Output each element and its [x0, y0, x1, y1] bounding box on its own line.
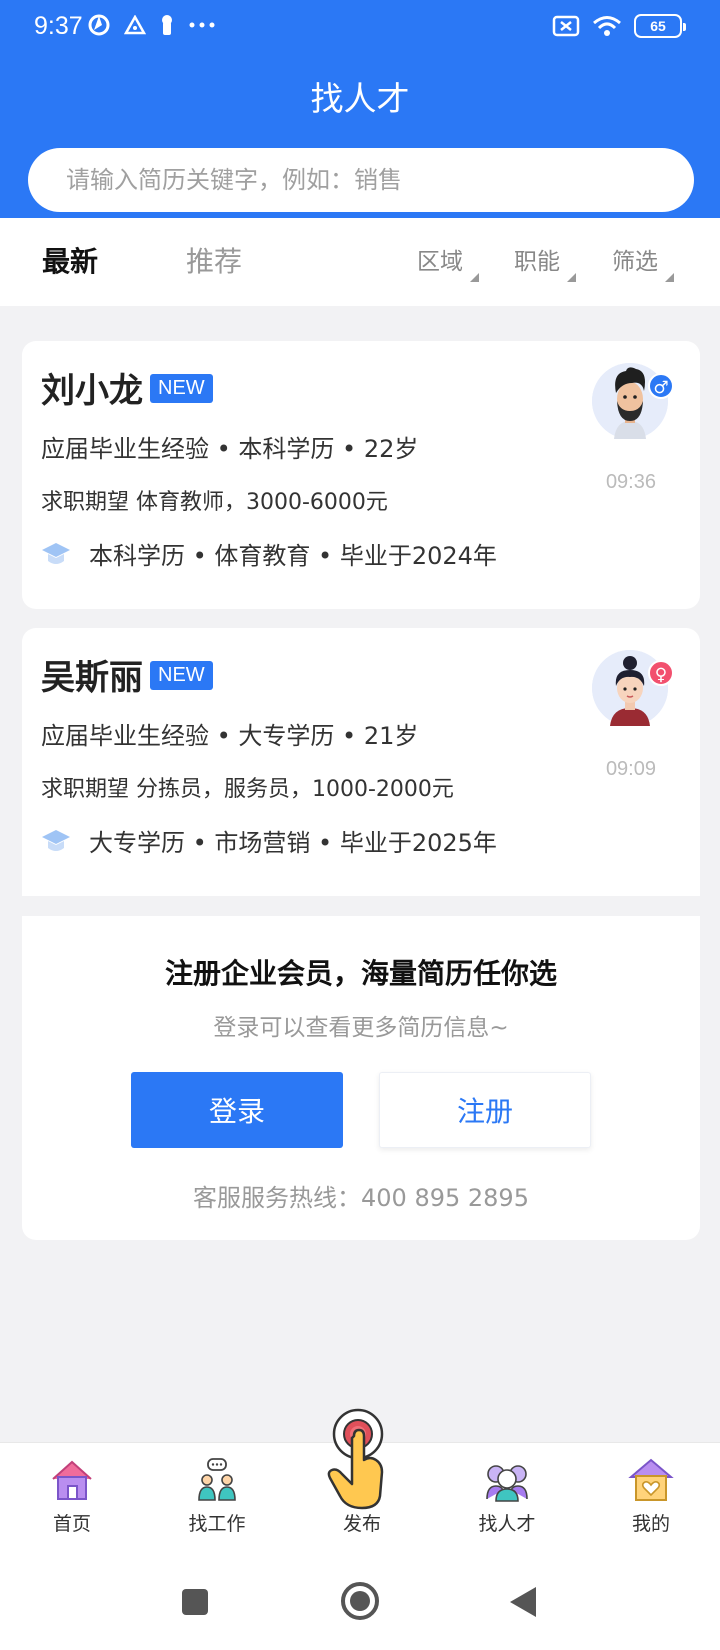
- cta-subtitle: 登录可以查看更多简历信息~: [213, 1015, 509, 1041]
- home-icon: [52, 1460, 92, 1500]
- filter-screen[interactable]: 筛选: [612, 242, 674, 282]
- nav-find-talent[interactable]: 找人才: [452, 1457, 562, 1536]
- status-time: 9:37: [34, 12, 83, 40]
- search-input[interactable]: [66, 148, 666, 212]
- new-badge: NEW: [150, 374, 213, 403]
- wifi-icon: [593, 16, 621, 36]
- tab-latest[interactable]: 最新: [42, 240, 98, 280]
- lock-keyhole-icon: [162, 15, 172, 35]
- sim-disabled-icon: [552, 15, 580, 37]
- new-badge: NEW: [150, 661, 213, 690]
- dropdown-triangle-icon: [665, 273, 674, 282]
- avatar: ♂: [592, 363, 674, 439]
- page-title: 找人才: [310, 79, 410, 118]
- tap-finger-icon: [327, 1408, 384, 1510]
- candidate-name: 吴斯丽: [41, 658, 143, 698]
- nav-find-talent-label: 找人才: [478, 1513, 536, 1535]
- candidate-name: 刘小龙: [41, 371, 143, 411]
- graduation-cap-icon: [42, 542, 70, 564]
- header: 9:37 65 找人才: [0, 0, 720, 218]
- candidate-education-text: 大专学历 • 市场营销 • 毕业于2025年: [89, 829, 497, 857]
- service-hotline: 客服服务热线：400 895 2895: [193, 1184, 529, 1212]
- dropdown-triangle-icon: [470, 273, 479, 282]
- aperture-icon: [88, 14, 110, 36]
- recent-apps-button[interactable]: [181, 1588, 209, 1616]
- avatar: ♀: [592, 650, 674, 726]
- filter-screen-label: 筛选: [612, 249, 658, 275]
- nav-mine[interactable]: 我的: [596, 1457, 706, 1536]
- warning-triangle-icon: [124, 15, 146, 35]
- tab-bar: 最新 推荐 区域 职能 筛选: [0, 218, 720, 306]
- candidate-education: 大专学历 • 市场营销 • 毕业于2025年: [41, 823, 497, 858]
- candidate-time: 09:36: [605, 471, 656, 493]
- filter-region[interactable]: 区域: [417, 242, 479, 282]
- graduation-cap-icon: [42, 829, 70, 851]
- login-button[interactable]: 登录: [131, 1072, 343, 1148]
- status-bar: 9:37 65: [0, 0, 720, 56]
- cta-title: 注册企业会员，海量简历任你选: [164, 957, 557, 990]
- candidate-time: 09:09: [605, 758, 656, 780]
- candidate-card[interactable]: 吴斯丽 NEW 应届毕业生经验 • 大专学历 • 21岁 求职期望 分拣员，服务…: [22, 628, 700, 896]
- search-box[interactable]: [28, 148, 694, 212]
- battery-icon: 65: [634, 14, 686, 38]
- dropdown-triangle-icon: [567, 273, 576, 282]
- nav-find-job[interactable]: 找工作: [162, 1457, 272, 1536]
- back-system-button[interactable]: [508, 1586, 538, 1618]
- filter-function[interactable]: 职能: [514, 242, 576, 282]
- candidate-card[interactable]: 刘小龙 NEW 应届毕业生经验 • 本科学历 • 22岁 求职期望 体育教师，3…: [22, 341, 700, 609]
- female-gender-icon: ♀: [648, 660, 674, 686]
- tab-recommend[interactable]: 推荐: [186, 240, 242, 280]
- nav-home[interactable]: 首页: [17, 1457, 127, 1536]
- team-icon: [486, 1465, 528, 1502]
- candidate-meta: 应届毕业生经验 • 本科学历 • 22岁: [41, 435, 419, 463]
- filter-region-label: 区域: [417, 249, 463, 275]
- register-button[interactable]: 注册: [379, 1072, 591, 1148]
- status-system-icons: 65: [552, 14, 686, 38]
- status-notification-icons: [88, 14, 216, 36]
- candidate-expectation: 求职期望 分拣员，服务员，1000-2000元: [41, 777, 454, 802]
- system-nav-bar: [0, 1552, 720, 1650]
- nav-mine-label: 我的: [631, 1513, 670, 1535]
- nav-home-label: 首页: [52, 1513, 91, 1535]
- membership-prompt: 注册企业会员，海量简历任你选 登录可以查看更多简历信息~ 登录 注册 客服服务热…: [22, 916, 700, 1240]
- more-dots-icon: [189, 22, 215, 28]
- male-gender-icon: ♂: [648, 373, 674, 399]
- nav-find-job-label: 找工作: [188, 1513, 246, 1535]
- candidate-education-text: 本科学历 • 体育教育 • 毕业于2024年: [89, 542, 497, 570]
- candidate-expectation: 求职期望 体育教师，3000-6000元: [41, 490, 388, 515]
- people-chat-icon: [198, 1458, 236, 1501]
- home-system-button[interactable]: [340, 1581, 380, 1621]
- profile-house-icon: [628, 1458, 674, 1501]
- filter-function-label: 职能: [514, 249, 560, 275]
- candidate-meta: 应届毕业生经验 • 大专学历 • 21岁: [41, 722, 419, 750]
- candidate-education: 本科学历 • 体育教育 • 毕业于2024年: [41, 536, 497, 571]
- battery-level: 65: [650, 18, 666, 34]
